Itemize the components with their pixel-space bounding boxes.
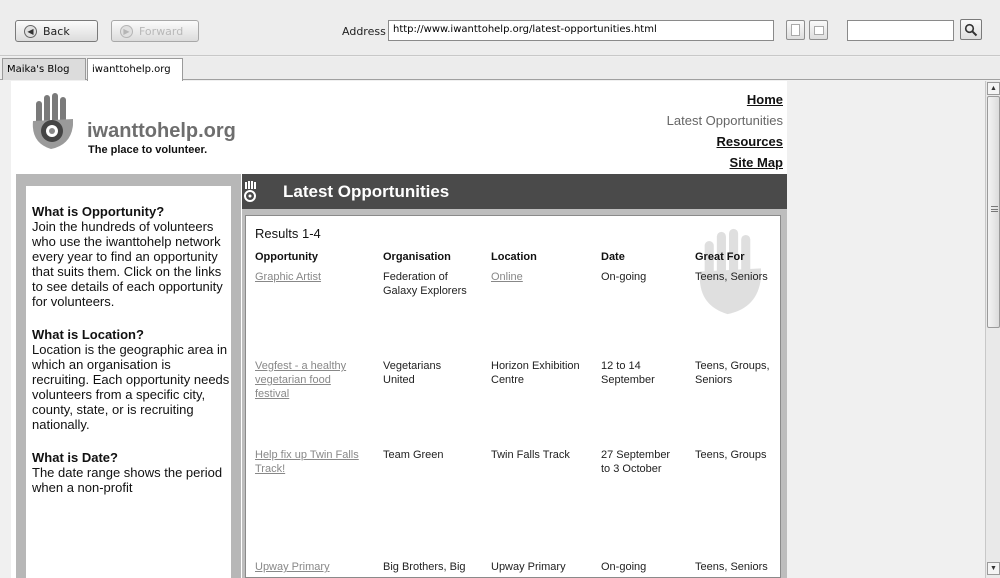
content-header-band: Latest Opportunities: [242, 174, 787, 209]
opportunity-link[interactable]: Graphic Artist: [255, 270, 321, 284]
info-sidebar: What is Opportunity? Join the hundreds o…: [16, 174, 241, 578]
date-cell: On-going: [601, 561, 647, 573]
forward-arrow-icon: ▶: [120, 24, 133, 38]
date-cell: 12 to 14 September: [601, 360, 655, 386]
organisation-cell: Team Green: [383, 449, 444, 461]
location-link[interactable]: Online: [491, 270, 523, 284]
results-count: Results 1-4: [255, 226, 321, 241]
great-for-cell: Teens, Seniors: [695, 271, 768, 283]
forward-button[interactable]: ▶ Forward: [111, 20, 199, 42]
search-input[interactable]: [847, 20, 954, 41]
window-icon: [814, 26, 824, 35]
scroll-thumb[interactable]: [987, 96, 1000, 328]
tab-maikas-blog[interactable]: Maika's Blog: [2, 58, 86, 80]
column-header-opportunity: Opportunity: [255, 251, 318, 263]
vertical-scrollbar[interactable]: ▲ ▼: [985, 81, 1000, 578]
column-header-date: Date: [601, 251, 625, 263]
location-heading: What is Location?: [32, 327, 144, 342]
great-for-cell: Teens, Seniors: [695, 561, 768, 573]
hand-logo-icon: [32, 93, 73, 149]
date-cell: 27 September to 3 October: [601, 449, 671, 475]
back-button-label: Back: [43, 24, 70, 38]
forward-button-label: Forward: [139, 24, 184, 38]
column-header-organisation: Organisation: [383, 251, 451, 263]
browser-toolbar: ◀ Back ▶ Forward Address http://www.iwan…: [0, 0, 1000, 56]
top-navigation: Home Latest Opportunities Resources Site…: [667, 89, 783, 173]
site-tagline: The place to volunteer.: [88, 144, 208, 156]
nav-latest-opportunities: Latest Opportunities: [666, 113, 783, 128]
address-label: Address: [342, 25, 386, 38]
great-for-cell: Teens, Groups, Seniors: [695, 360, 770, 386]
search-button[interactable]: [960, 19, 982, 40]
tab-iwanttohelp[interactable]: iwanttohelp.org: [87, 58, 183, 81]
column-header-location: Location: [491, 251, 537, 263]
page-viewport: iwanttohelp.org The place to volunteer. …: [0, 81, 983, 578]
nav-home-link[interactable]: Home: [667, 89, 783, 110]
organisation-cell: Vegetarians United: [383, 360, 442, 386]
location-cell: Upway Primary: [491, 561, 566, 573]
location-cell: Twin Falls Track: [491, 449, 570, 461]
tab-button[interactable]: [809, 20, 828, 40]
nav-resources-link[interactable]: Resources: [667, 131, 783, 152]
organisation-cell: Federation of Galaxy Explorers: [383, 271, 467, 297]
magnifier-icon: [964, 23, 978, 36]
results-box: Results 1-4 Opportunity Organisation Loc…: [245, 215, 781, 578]
address-input[interactable]: http://www.iwanttohelp.org/latest-opport…: [388, 20, 774, 41]
opportunity-heading: What is Opportunity?: [32, 204, 165, 219]
nav-sitemap-link[interactable]: Site Map: [667, 152, 783, 173]
date-heading: What is Date?: [32, 450, 118, 465]
location-cell: Horizon Exhibition Centre: [491, 360, 580, 386]
grip-icon: [991, 206, 998, 212]
back-arrow-icon: ◀: [24, 24, 37, 38]
web-page: iwanttohelp.org The place to volunteer. …: [11, 81, 787, 578]
opportunity-link[interactable]: Upway Primary: [255, 560, 330, 574]
column-header-great-for: Great For: [695, 251, 745, 263]
page-icon: [791, 24, 800, 36]
site-name: iwanttohelp.org: [87, 120, 236, 142]
back-button[interactable]: ◀ Back: [15, 20, 98, 42]
page-title: Latest Opportunities: [283, 182, 450, 201]
mini-hand-icon: [244, 181, 256, 202]
opportunity-link[interactable]: Vegfest - a healthy vegetarian food fest…: [255, 359, 346, 401]
opportunity-link[interactable]: Help fix up Twin Falls Track!: [255, 448, 359, 476]
scroll-down-arrow-icon[interactable]: ▼: [987, 562, 1000, 575]
tab-label: iwanttohelp.org: [92, 64, 171, 75]
great-for-cell: Teens, Groups: [695, 449, 767, 461]
tab-label: Maika's Blog: [7, 64, 70, 75]
tab-bar: Maika's Blog iwanttohelp.org: [0, 57, 1000, 81]
info-panel: What is Opportunity? Join the hundreds o…: [26, 186, 231, 578]
date-text: The date range shows the period when a n…: [32, 465, 223, 495]
date-cell: On-going: [601, 271, 647, 283]
page-button[interactable]: [786, 20, 805, 40]
location-text: Location is the geographic area in which…: [32, 342, 230, 432]
opportunity-text: Join the hundreds of volunteers who use …: [32, 219, 223, 309]
organisation-cell: Big Brothers, Big: [383, 561, 466, 573]
scroll-up-arrow-icon[interactable]: ▲: [987, 82, 1000, 95]
